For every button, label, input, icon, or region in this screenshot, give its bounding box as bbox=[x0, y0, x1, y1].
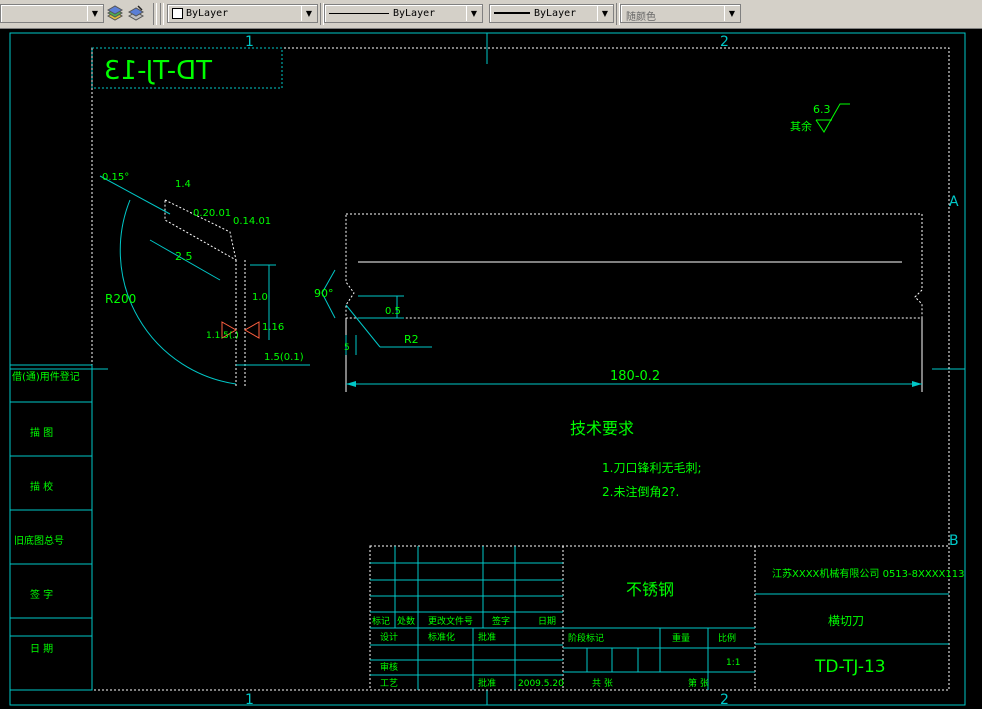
mirrored-code: TD-TJ-13 bbox=[104, 56, 213, 86]
row-header: 标记 bbox=[372, 615, 390, 627]
part-main-view: 180-0.2 0.5 R2 90° 5 bbox=[314, 213, 923, 392]
weight: 重量 bbox=[672, 632, 690, 644]
make-object-layer-current-icon[interactable] bbox=[127, 5, 145, 23]
dim-radius: R200 bbox=[105, 292, 136, 306]
lineweight-combo-value: ByLayer bbox=[534, 8, 577, 19]
linetype-combo-value: ByLayer bbox=[393, 8, 436, 19]
drawing-frame bbox=[9, 32, 966, 706]
sign-row: 设计 bbox=[380, 631, 398, 643]
dim-h3: 1.5(0.1) bbox=[264, 352, 304, 363]
left-strip: 借(通)用件登记 描 图 描 校 旧底图总号 签 字 日 期 bbox=[9, 364, 93, 691]
row-header: 处数 bbox=[397, 615, 415, 627]
border-row-label: B bbox=[949, 533, 959, 549]
dim-w1: 0.5 bbox=[385, 306, 401, 317]
layer-previous-icon[interactable] bbox=[106, 5, 124, 23]
layer-combo[interactable]: ▼ bbox=[0, 4, 104, 23]
drawing-number: TD-TJ-13 bbox=[814, 657, 886, 677]
strip-label: 描 图 bbox=[30, 426, 53, 439]
part-name: 横切刀 bbox=[828, 614, 864, 628]
color-swatch-icon bbox=[172, 8, 183, 19]
approve: 批准 bbox=[478, 631, 496, 643]
chevron-down-icon[interactable]: ▼ bbox=[724, 6, 739, 21]
linetype-combo[interactable]: ByLayer ▼ bbox=[324, 4, 483, 23]
title-block: 标记 处数 更改文件号 签字 日期 设计 标准化 批准 审核 工艺 批准 200… bbox=[369, 545, 965, 691]
dim-d1: 1.4 bbox=[175, 179, 191, 190]
tech-title: 技术要求 bbox=[570, 419, 634, 438]
dim-d3: 0.14.01 bbox=[233, 216, 271, 227]
properties-toolbar: ▼ ByLayer ▼ ByLayer ▼ ByLayer ▼ 随颜色 ▼ bbox=[0, 0, 982, 29]
dim-length: 180-0.2 bbox=[610, 369, 660, 384]
row-header: 更改文件号 bbox=[428, 615, 473, 627]
strip-label: 签 字 bbox=[30, 588, 53, 601]
dim-h1: 1.0 bbox=[252, 292, 268, 303]
border-col-label: 2 bbox=[720, 692, 729, 708]
strip-label: 借(通)用件登记 bbox=[12, 370, 80, 383]
chevron-down-icon[interactable]: ▼ bbox=[466, 6, 481, 21]
strip-label: 日 期 bbox=[30, 643, 53, 655]
detail-view: R200 2.5 0.15° 1.4 0.20.01 0.14.01 1.0 1… bbox=[99, 172, 310, 388]
color-combo[interactable]: ByLayer ▼ bbox=[167, 4, 318, 23]
row-header: 日期 bbox=[538, 616, 556, 627]
drawing-canvas[interactable]: 1 2 1 2 A B TD-TJ-13 其余 6.3 180-0.2 0.5 … bbox=[0, 28, 982, 709]
roughness-symbol: 其余 6.3 bbox=[790, 103, 850, 133]
dim-h2: 1.16 bbox=[262, 322, 284, 333]
chevron-down-icon[interactable]: ▼ bbox=[597, 6, 612, 21]
sign-row: 工艺 bbox=[380, 678, 398, 689]
scale-label: 比例 bbox=[718, 632, 736, 644]
border-col-label: 1 bbox=[245, 692, 254, 708]
date: 2009.5.20 bbox=[518, 679, 564, 689]
scale: 1:1 bbox=[726, 658, 740, 668]
strip-label: 旧底图总号 bbox=[14, 534, 64, 547]
toolbar-separator bbox=[160, 3, 164, 25]
material: 不锈钢 bbox=[626, 580, 674, 599]
tech-note: 2.未注倒角2?. bbox=[602, 484, 679, 499]
chevron-down-icon[interactable]: ▼ bbox=[301, 6, 316, 21]
lineweight-preview bbox=[494, 12, 530, 14]
row-header: 签字 bbox=[492, 615, 510, 627]
roughness-value: 6.3 bbox=[813, 103, 831, 116]
company: 江苏XXXX机械有限公司 0513-8XXXX113 bbox=[772, 567, 965, 580]
color-combo-value: ByLayer bbox=[186, 8, 229, 19]
strip-label: 描 校 bbox=[30, 480, 53, 493]
dim-ang-top: 0.15° bbox=[102, 172, 129, 183]
approve: 批准 bbox=[478, 677, 496, 689]
toolbar-separator bbox=[153, 3, 157, 25]
stage-mark: 阶段标记 bbox=[568, 632, 604, 644]
tech-note: 1.刀口锋利无毛刺; bbox=[602, 461, 702, 475]
std-check: 标准化 bbox=[428, 631, 455, 643]
dim-angle90: 90° bbox=[314, 287, 334, 300]
dim-r2: R2 bbox=[404, 333, 419, 346]
dim-w2: 5 bbox=[344, 343, 350, 353]
plotstyle-combo-value: 随颜色 bbox=[626, 12, 656, 23]
linetype-preview bbox=[329, 13, 389, 14]
roughness-label: 其余 bbox=[790, 119, 812, 133]
dim-d4: 2.5 bbox=[175, 250, 193, 263]
border-row-label: A bbox=[949, 194, 959, 210]
lineweight-combo[interactable]: ByLayer ▼ bbox=[489, 4, 614, 23]
tech-requirements: 技术要求 1.刀口锋利无毛刺; 2.未注倒角2?. bbox=[570, 419, 702, 499]
sheet-no: 第 张 bbox=[688, 677, 709, 689]
dim-d2: 0.20.01 bbox=[193, 208, 231, 219]
dim-sym-left: 1.1.5(.) bbox=[206, 331, 239, 341]
plotstyle-combo[interactable]: 随颜色 ▼ bbox=[620, 4, 741, 23]
chevron-down-icon[interactable]: ▼ bbox=[87, 6, 102, 21]
sign-row: 审核 bbox=[380, 661, 398, 673]
sheet-total: 共 张 bbox=[592, 678, 613, 689]
